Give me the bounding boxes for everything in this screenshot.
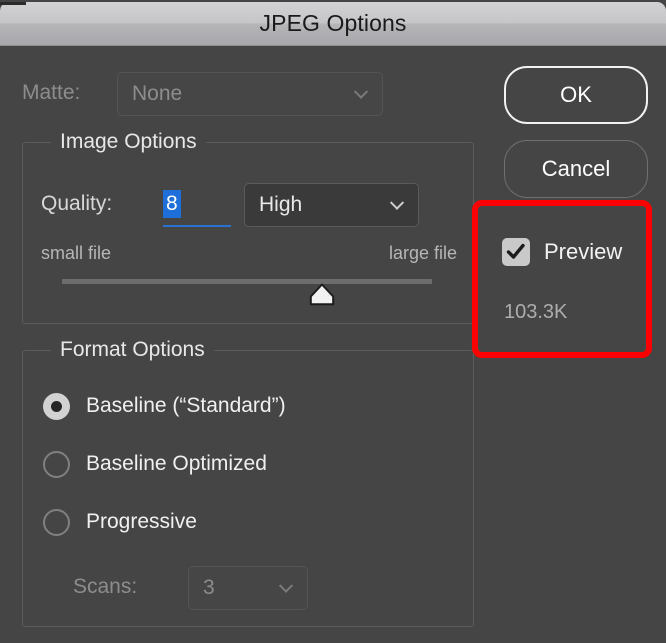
radio-baseline-optimized[interactable]: Baseline Optimized	[43, 449, 267, 479]
radio-progressive[interactable]: Progressive	[43, 507, 197, 537]
cancel-button[interactable]: Cancel	[504, 140, 648, 198]
scans-select[interactable]: 3	[188, 566, 308, 610]
radio-baseline-optimized-label: Baseline Optimized	[86, 452, 267, 475]
scans-select-value: 3	[203, 576, 215, 599]
slider-track[interactable]	[62, 279, 432, 284]
quality-input[interactable]: 8	[163, 185, 231, 227]
file-size-label: 103.3K	[504, 301, 568, 323]
quality-input-value: 8	[163, 190, 181, 218]
radio-unselected-icon	[43, 508, 70, 536]
radio-baseline-standard-label: Baseline (“Standard”)	[86, 394, 286, 417]
slider-max-label: large file	[388, 243, 457, 263]
title-bar: JPEG Options	[0, 2, 666, 46]
image-options-legend: Image Options	[51, 130, 206, 154]
slider-min-label: small file	[41, 243, 112, 263]
quality-label: Quality:	[41, 192, 113, 215]
radio-progressive-label: Progressive	[86, 510, 197, 533]
radio-baseline-standard[interactable]: Baseline (“Standard”)	[43, 391, 286, 421]
matte-select-value: None	[132, 82, 183, 105]
jpeg-options-dialog: JPEG Options Matte: None Image Options Q…	[0, 0, 666, 643]
chevron-down-icon	[281, 581, 293, 593]
annotation-highlight-box	[472, 200, 652, 358]
quality-preset-value: High	[259, 193, 303, 216]
page-title: JPEG Options	[259, 10, 407, 36]
matte-select[interactable]: None	[117, 72, 383, 116]
radio-unselected-icon	[43, 450, 70, 478]
quality-slider[interactable]: small file large file	[41, 243, 457, 306]
ok-button[interactable]: OK	[504, 66, 648, 124]
scans-row: Scans: 3	[73, 566, 343, 610]
chevron-down-icon	[356, 87, 368, 99]
checkmark-icon[interactable]	[502, 238, 530, 266]
matte-label: Matte:	[22, 81, 81, 104]
quality-row: Quality: 8 High	[41, 183, 457, 227]
format-options-group: Format Options Baseline (“Standard”) Bas…	[22, 338, 474, 627]
scans-label: Scans:	[73, 575, 138, 598]
radio-selected-icon	[43, 392, 70, 420]
image-options-group: Image Options Quality: 8 High small file…	[22, 130, 474, 324]
format-options-legend: Format Options	[51, 338, 214, 362]
chevron-down-icon	[392, 198, 404, 210]
preview-label: Preview	[544, 239, 623, 264]
slider-thumb-icon[interactable]	[309, 283, 335, 306]
matte-row: Matte: None	[22, 72, 383, 116]
preview-checkbox-row[interactable]: Preview	[502, 236, 622, 268]
quality-preset-select[interactable]: High	[244, 183, 419, 227]
